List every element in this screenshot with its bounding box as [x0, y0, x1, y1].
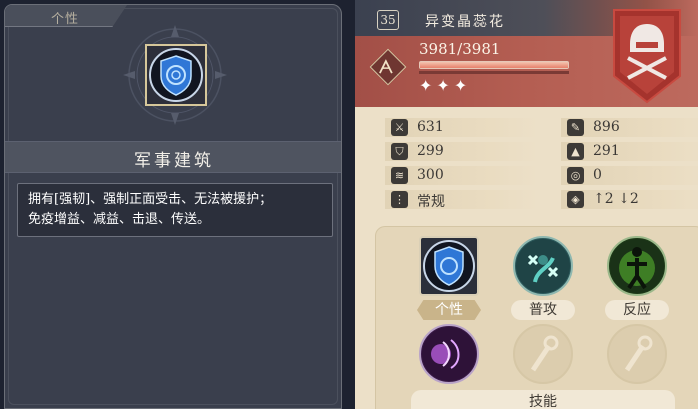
hp-text: 3981/3981 [419, 40, 501, 58]
footsteps-icon: ⋮ [391, 191, 408, 208]
locked-wand-icon [530, 335, 559, 372]
stat-value: 631 [417, 119, 444, 135]
sword-icon: ⚔ [391, 119, 408, 136]
trait-name-bar: 军事建筑 [5, 141, 341, 173]
stat-height-range: ◈ ↑2 ↓2 [561, 190, 698, 209]
reaction-skill-icon [607, 236, 667, 296]
trait-description-box: 拥有[强韧]、强制正面受击、无法被援护； 免疫增益、减益、击退、传送。 [17, 183, 333, 237]
stat-magic-defense: ▲ 291 [561, 142, 698, 161]
stat-value: 300 [417, 167, 444, 183]
trait-name: 军事建筑 [134, 151, 214, 171]
height-icon: ◈ [567, 191, 584, 208]
normal-attack-icon [513, 236, 573, 296]
boot-icon: ≋ [391, 167, 408, 184]
stat-value: 常规 [417, 194, 445, 210]
staff-icon: ✎ [567, 119, 584, 136]
reaction-skill-slot[interactable]: 反应 [605, 236, 669, 326]
trait-description-line: 免疫增益、减益、击退、传送。 [28, 212, 211, 227]
stat-value: 299 [417, 143, 444, 159]
skills-tab[interactable]: 技能 [411, 390, 675, 409]
stat-value: ↑2 ↓2 [593, 191, 639, 207]
trait-description-line: 拥有[强韧]、强制正面受击、无法被援护； [28, 192, 273, 207]
level-badge: 35 [377, 10, 399, 30]
stat-attack-range: ◎ 0 [561, 166, 698, 185]
stat-value: 0 [593, 167, 602, 183]
reaction-skill-label: 反应 [605, 300, 669, 320]
trait-tooltip-panel: 个性 军事建筑 拥有[强韧]、强制正面受击、无法被援护； 免疫增益、减益、击退、… [4, 4, 342, 409]
star-rating: ✦✦✦ [419, 76, 472, 95]
hp-bar [419, 61, 569, 69]
hp-sub-bar [419, 71, 569, 74]
stat-magic-attack: ✎ 896 [561, 118, 698, 137]
stat-value: 291 [593, 143, 620, 159]
stat-attack: ⚔ 631 [385, 118, 539, 137]
faction-crest-icon [610, 6, 684, 106]
unit-name: 异变晶蕊花 [425, 14, 505, 30]
locked-skill-slot [513, 324, 573, 384]
normal-attack-skill-slot[interactable]: 普攻 [511, 236, 575, 326]
unit-info-panel: 35 异变晶蕊花 3981/3981 ✦✦✦ ⚔ 631 ✎ 896 ⛉ 299… [355, 0, 698, 409]
locked-wand-icon [624, 335, 653, 372]
normal-attack-label: 普攻 [511, 300, 575, 320]
target-icon: ◎ [567, 167, 584, 184]
stat-value: 896 [593, 119, 620, 135]
skills-tab-label: 技能 [529, 394, 557, 409]
trait-skill-icon [419, 236, 479, 296]
trait-skill-slot[interactable]: 个性 [417, 236, 481, 326]
trait-tab-label: 个性 [51, 12, 80, 27]
trait-tab: 个性 [5, 5, 127, 27]
unit-header: 35 异变晶蕊花 3981/3981 ✦✦✦ [355, 0, 698, 107]
purple-skill-icon [419, 324, 479, 384]
hp-bar-fill [420, 62, 568, 68]
wizard-hat-icon: ▲ [567, 143, 584, 160]
military-building-trait-icon [145, 44, 207, 106]
trait-skill-label: 个性 [417, 300, 481, 320]
shield-icon: ⛉ [391, 143, 408, 160]
stat-defense: ⛉ 299 [385, 142, 539, 161]
trait-description: 拥有[强韧]、强制正面受击、无法被援护； 免疫增益、减益、击退、传送。 [28, 190, 322, 230]
trait-emblem [115, 25, 235, 135]
unit-class-icon [369, 48, 407, 86]
stat-move: ≋ 300 [385, 166, 539, 185]
stat-move-type: ⋮ 常规 [385, 190, 539, 210]
locked-skill-slot [607, 324, 667, 384]
